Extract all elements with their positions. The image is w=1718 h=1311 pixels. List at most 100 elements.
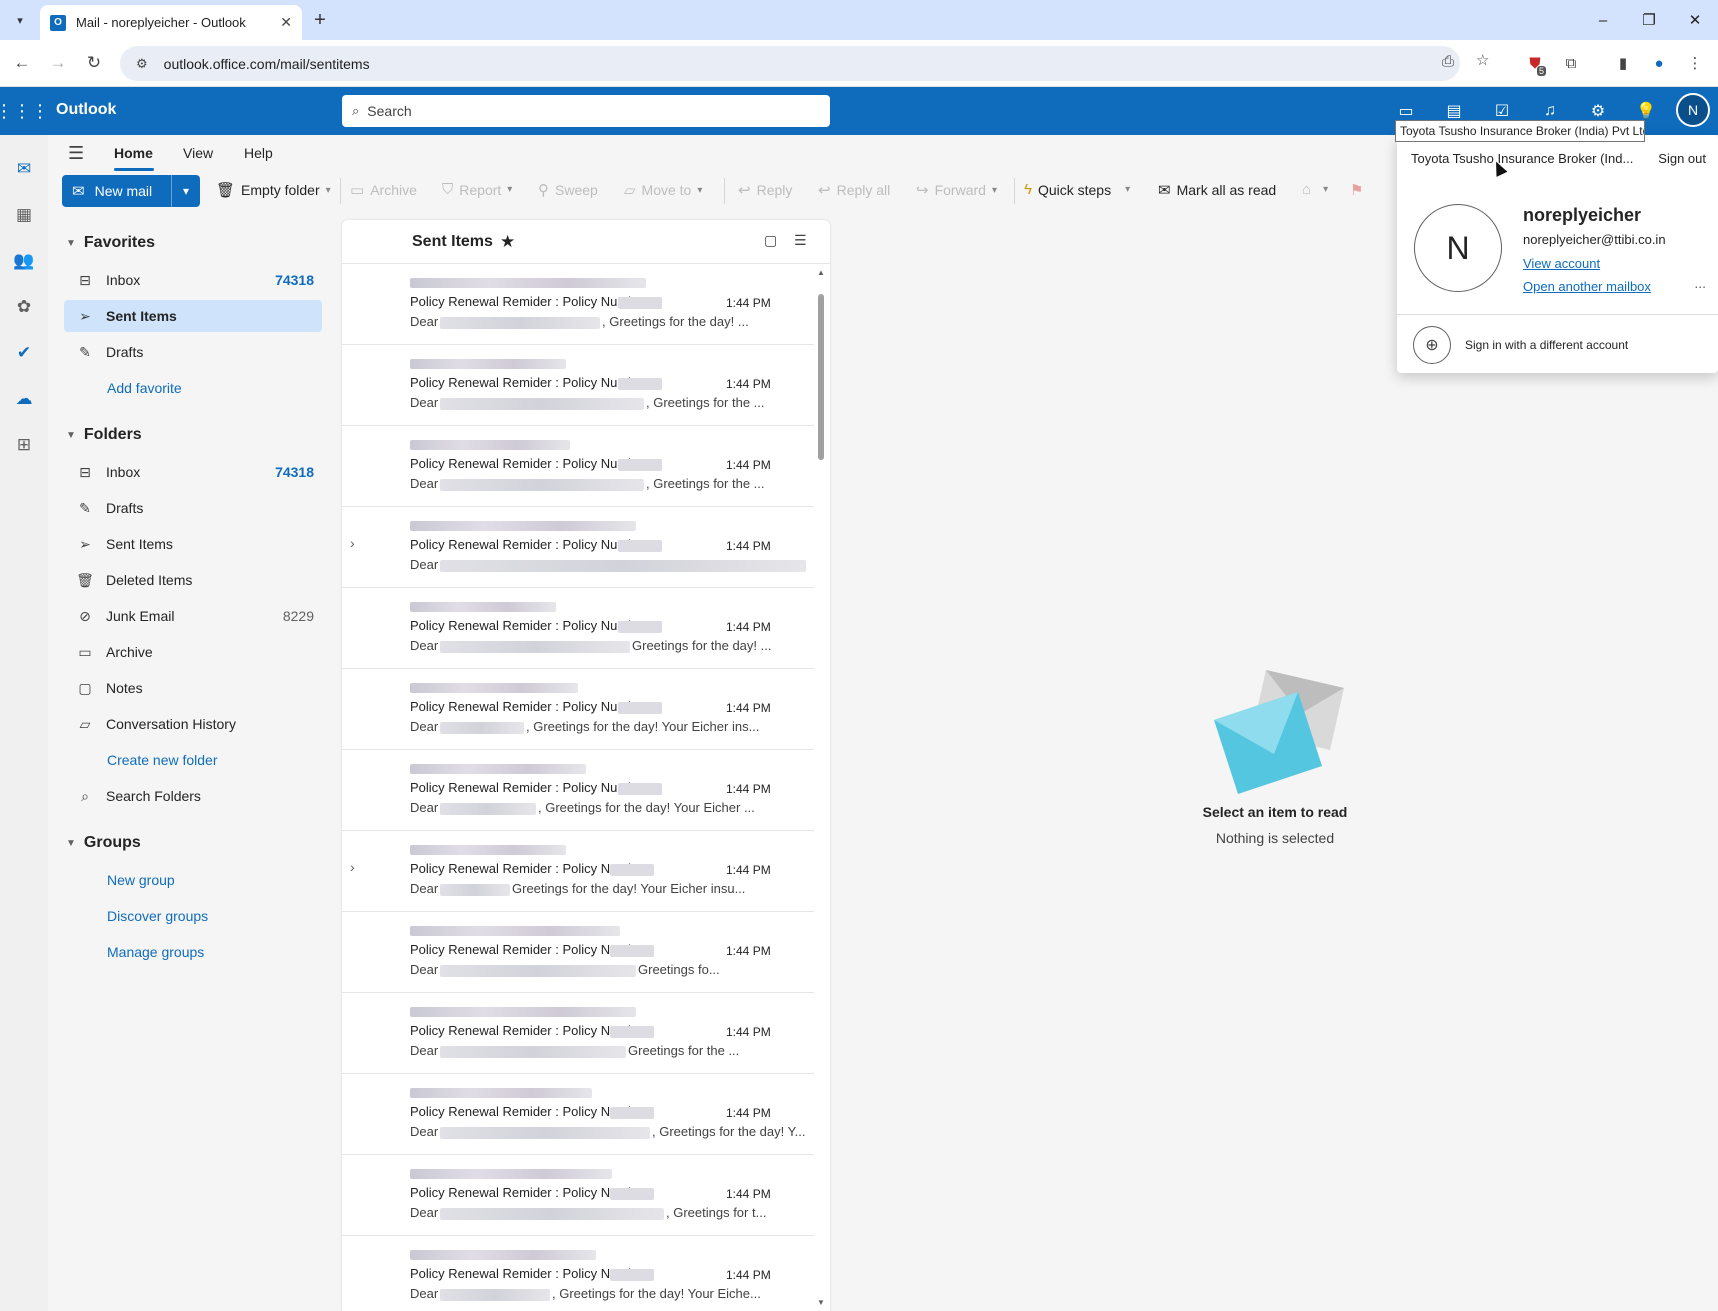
mark-all-read-button[interactable]: ✉ Mark all as read <box>1158 181 1276 199</box>
favorites-header[interactable]: ▼ Favorites <box>66 234 155 252</box>
favorite-drafts[interactable]: ✎ Drafts <box>64 336 322 368</box>
side-panel-icon[interactable]: ▮ <box>1612 52 1634 74</box>
message-row[interactable]: Policy Renewal Remider : Policy Number :… <box>342 345 814 426</box>
outlook-brand[interactable]: Outlook <box>56 101 116 119</box>
message-row[interactable]: Policy Renewal Remider : Policy Number 1:… <box>342 1074 814 1155</box>
add-favorite-link[interactable]: Add favorite <box>107 380 182 396</box>
folder-notes[interactable]: ▢ Notes <box>64 672 322 704</box>
expand-thread-chevron-icon[interactable]: › <box>350 859 355 875</box>
search-input[interactable]: ⌕ Search <box>342 95 830 127</box>
extensions-puzzle-icon[interactable]: ⧉ <box>1560 52 1582 74</box>
forward-icon[interactable]: → <box>46 51 70 75</box>
sweep-button[interactable]: ⚲ Sweep <box>538 181 598 199</box>
back-icon[interactable]: ← <box>10 51 34 75</box>
tab-home[interactable]: Home <box>114 145 153 161</box>
create-new-folder-link[interactable]: Create new folder <box>107 752 218 768</box>
calendar-icon[interactable]: ▦ <box>12 203 36 227</box>
folders-header[interactable]: ▼ Folders <box>66 426 142 444</box>
mail-icon[interactable]: ✉ <box>12 157 36 181</box>
message-row[interactable]: Policy Renewal Remider : Policy Number 1:… <box>342 1236 814 1311</box>
app-launcher-icon[interactable]: ⋮⋮⋮ <box>0 99 49 123</box>
close-tab-icon[interactable]: ✕ <box>280 14 292 31</box>
message-row[interactable]: › Policy Renewal Remider : Policy Number … <box>342 507 814 588</box>
hamburger-menu-icon[interactable]: ☰ <box>68 143 84 164</box>
message-row[interactable]: Policy Renewal Remider : Policy Number :… <box>342 426 814 507</box>
favorite-inbox[interactable]: ⊟ Inbox 74318 <box>64 264 322 296</box>
bookmark-star-icon[interactable]: ☆ <box>1476 51 1489 69</box>
reply-all-icon: ↩ <box>818 182 831 199</box>
reply-button[interactable]: ↩ Reply <box>738 181 792 199</box>
expand-thread-chevron-icon[interactable]: › <box>350 535 355 551</box>
scroll-up-icon[interactable]: ▲ <box>816 268 826 277</box>
move-to-button[interactable]: ▱ Move to ▾ <box>624 181 702 199</box>
favorite-star-icon[interactable]: ★ <box>500 232 515 252</box>
message-row[interactable]: Policy Renewal Remider : Policy Number :… <box>342 669 814 750</box>
more-options-icon[interactable]: ... <box>1694 275 1706 291</box>
browser-menu-icon[interactable]: ⋮ <box>1684 52 1706 74</box>
flag-button[interactable]: ⚑ <box>1350 181 1369 199</box>
new-mail-dropdown-icon[interactable]: ▾ <box>172 184 200 198</box>
filter-icon[interactable]: ☰ <box>794 232 807 249</box>
account-avatar[interactable]: N <box>1676 93 1710 127</box>
open-another-mailbox-link[interactable]: Open another mailbox <box>1523 279 1651 294</box>
profile-icon[interactable]: ● <box>1648 52 1670 74</box>
archive-button[interactable]: ▭ Archive <box>350 181 417 199</box>
folder-sent-items[interactable]: ➢ Sent Items <box>64 528 322 560</box>
scrollbar[interactable]: ▲ ▼ <box>816 268 826 1308</box>
tab-view[interactable]: View <box>183 145 213 161</box>
favorite-sent-items[interactable]: ➢ Sent Items <box>64 300 322 332</box>
add-account-icon[interactable]: ⊕ <box>1413 326 1451 364</box>
tab-search-chevron-icon[interactable]: ▾ <box>8 8 32 32</box>
message-row[interactable]: Policy Renewal Remider : Policy Number :… <box>342 264 814 345</box>
message-row[interactable]: Policy Renewal Remider : Policy Number :… <box>342 750 814 831</box>
send-icon: ➢ <box>79 307 91 324</box>
message-row[interactable]: › Policy Renewal Remider : Policy Number 1… <box>342 831 814 912</box>
groups-header[interactable]: ▼ Groups <box>66 834 141 852</box>
new-tab-icon[interactable]: + <box>308 8 332 32</box>
minimize-icon[interactable]: – <box>1580 0 1626 40</box>
restore-icon[interactable]: ❐ <box>1626 0 1672 40</box>
groups-icon[interactable]: ✿ <box>12 295 36 319</box>
browser-tab[interactable]: O Mail - noreplyeicher - Outlook ✕ <box>40 5 302 40</box>
new-group-link[interactable]: New group <box>107 872 175 888</box>
select-mode-icon[interactable]: ▢ <box>764 232 777 249</box>
sender-redacted <box>410 683 578 693</box>
view-account-link[interactable]: View account <box>1523 256 1600 271</box>
quick-steps-button[interactable]: ϟ Quick steps ▾ <box>1024 181 1130 198</box>
manage-groups-link[interactable]: Manage groups <box>107 944 204 960</box>
people-icon[interactable]: 👥 <box>12 249 36 273</box>
more-apps-icon[interactable]: ⊞ <box>12 433 36 457</box>
message-row[interactable]: Policy Renewal Remider : Policy Number :… <box>342 588 814 669</box>
onedrive-cloud-icon[interactable]: ☁ <box>12 387 36 411</box>
close-window-icon[interactable]: ✕ <box>1672 0 1718 40</box>
reload-icon[interactable]: ↻ <box>82 51 106 75</box>
folder-drafts[interactable]: ✎ Drafts <box>64 492 322 524</box>
url-field[interactable]: ⚙ outlook.office.com/mail/sentitems <box>120 46 1460 81</box>
policy-number-redacted <box>610 1107 654 1119</box>
todo-check-icon[interactable]: ✔ <box>12 341 36 365</box>
message-row[interactable]: Policy Renewal Remider : Policy Number 1:… <box>342 912 814 993</box>
site-info-icon[interactable]: ⚙ <box>136 56 148 72</box>
reply-all-button[interactable]: ↩ Reply all <box>818 181 890 199</box>
tag-button[interactable]: ⌂ ▾ <box>1302 181 1328 198</box>
sign-out-link[interactable]: Sign out <box>1658 151 1706 166</box>
folder-junk-email[interactable]: ⊘ Junk Email 8229 <box>64 600 322 632</box>
tab-help[interactable]: Help <box>244 145 273 161</box>
folder-deleted-items[interactable]: 🗑 Deleted Items <box>64 564 322 596</box>
empty-folder-button[interactable]: 🗑 Empty folder ▾ <box>216 181 331 199</box>
folder-archive[interactable]: ▭ Archive <box>64 636 322 668</box>
discover-groups-link[interactable]: Discover groups <box>107 908 208 924</box>
search-folders[interactable]: ⌕ Search Folders <box>64 780 322 812</box>
scroll-down-icon[interactable]: ▼ <box>816 1298 826 1307</box>
forward-button[interactable]: ↪ Forward ▾ <box>916 181 997 199</box>
install-app-icon[interactable]: ⎙ <box>1442 53 1454 70</box>
new-mail-main[interactable]: ✉ New mail <box>62 175 172 207</box>
new-mail-button[interactable]: ✉ New mail ▾ <box>62 175 200 207</box>
scrollbar-thumb[interactable] <box>818 294 824 460</box>
message-row[interactable]: Policy Renewal Remider : Policy Number 1:… <box>342 1155 814 1236</box>
sign-in-different-account-link[interactable]: Sign in with a different account <box>1465 338 1628 352</box>
folder-inbox[interactable]: ⊟ Inbox 74318 <box>64 456 322 488</box>
message-row[interactable]: Policy Renewal Remider : Policy Number 1:… <box>342 993 814 1074</box>
folder-conversation-history[interactable]: ▱ Conversation History <box>64 708 322 740</box>
report-button[interactable]: ⛉ Report ▾ <box>442 181 512 198</box>
